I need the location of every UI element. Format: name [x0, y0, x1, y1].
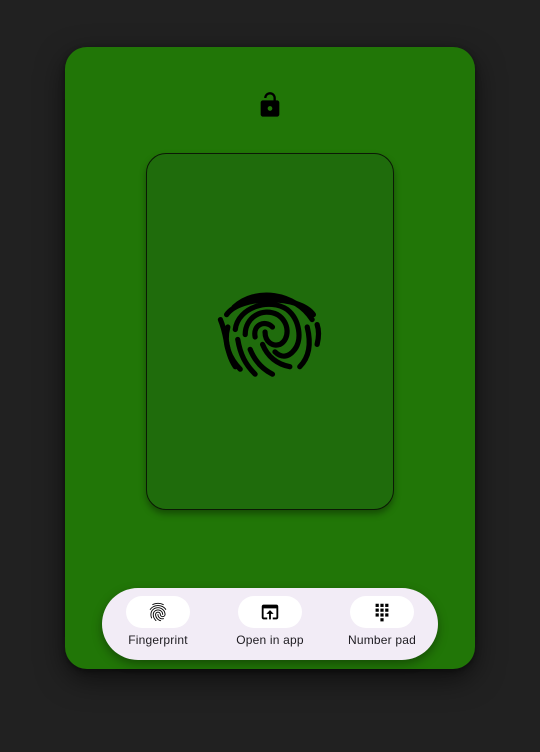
number-pad-mode-label: Number pad	[347, 633, 417, 647]
dialpad-icon	[375, 603, 389, 622]
open-in-app-icon	[261, 604, 279, 620]
fingerprint-icon	[149, 602, 167, 622]
open-in-app-mode-button[interactable]: Open in app	[214, 596, 326, 656]
fingerprint-mode-button[interactable]: Fingerprint	[102, 596, 214, 656]
lock-status	[253, 88, 287, 122]
auth-mode-bar: Fingerprint Open in app Number pad	[102, 588, 438, 660]
open-in-app-mode-label: Open in app	[236, 633, 304, 647]
lock-open-icon	[260, 92, 280, 117]
number-pad-mode-button[interactable]: Number pad	[326, 596, 438, 656]
open-in-app-mode-pill[interactable]	[238, 596, 302, 628]
number-pad-mode-pill[interactable]	[350, 596, 414, 628]
fingerprint-sensor-area[interactable]	[146, 153, 394, 510]
fingerprint-icon	[217, 292, 322, 377]
fingerprint-mode-label: Fingerprint	[128, 633, 188, 647]
fingerprint-mode-pill[interactable]	[126, 596, 190, 628]
